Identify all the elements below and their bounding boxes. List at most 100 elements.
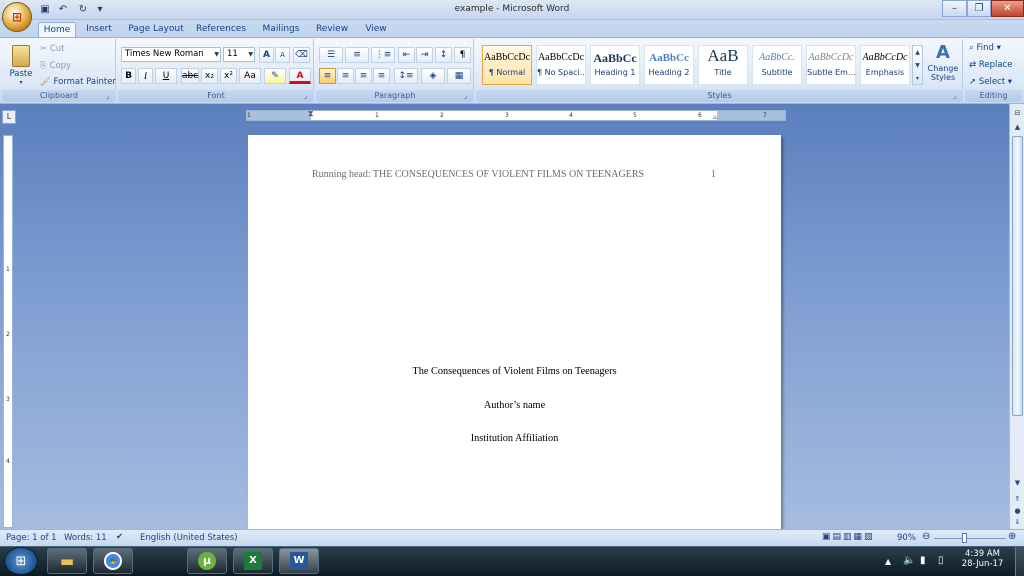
zoom-in-icon[interactable]: ⊕: [1008, 531, 1016, 542]
tab-review[interactable]: Review: [314, 22, 350, 38]
strikethrough-button[interactable]: abc: [181, 68, 199, 84]
style-heading-2[interactable]: AaBbCc Heading 2: [644, 45, 694, 85]
line-spacing-icon[interactable]: ↕≡: [394, 68, 418, 84]
style-emphasis[interactable]: AaBbCcDc Emphasis: [860, 45, 910, 85]
tab-home[interactable]: Home: [38, 22, 76, 38]
scroll-down-icon[interactable]: ▼: [1012, 478, 1023, 489]
align-center-icon[interactable]: ≡: [337, 68, 354, 84]
borders-icon[interactable]: ▦: [447, 68, 471, 84]
bullets-icon[interactable]: ☰: [319, 47, 343, 63]
proofing-icon[interactable]: ✔: [116, 532, 123, 542]
styles-launcher-icon[interactable]: ⌟: [953, 92, 961, 100]
show-desktop-button[interactable]: [1015, 547, 1024, 576]
find-button[interactable]: ⌕ Find ▾: [969, 43, 1001, 53]
cut-button[interactable]: ✂ Cut: [40, 44, 64, 54]
vertical-scrollbar[interactable]: ⊟ ▲ ▼ ⇑ ● ⇓: [1009, 104, 1024, 529]
scroll-up-icon[interactable]: ▲: [1012, 122, 1023, 133]
start-button[interactable]: ⊞: [4, 547, 38, 575]
shrink-font-button[interactable]: A: [275, 47, 290, 63]
tab-mailings[interactable]: Mailings: [260, 22, 302, 38]
style-normal[interactable]: AaBbCcDc ¶ Normal: [482, 45, 532, 85]
style-no-spacing[interactable]: AaBbCcDc ¶ No Spaci...: [536, 45, 586, 85]
word-count[interactable]: Words: 11: [64, 533, 107, 543]
replace-icon: ⇄: [969, 60, 979, 70]
copy-button[interactable]: ⎘ Copy: [40, 61, 71, 71]
volume-icon[interactable]: 🔈: [903, 555, 915, 566]
tab-view[interactable]: View: [362, 22, 390, 38]
select-button[interactable]: ➚ Select ▾: [969, 77, 1012, 87]
grow-font-button[interactable]: A: [259, 47, 274, 63]
highlight-icon[interactable]: ✎: [264, 68, 286, 84]
multilevel-list-icon[interactable]: ⋮≡: [371, 47, 395, 63]
close-button[interactable]: ✕: [991, 0, 1024, 17]
sort-icon[interactable]: ↕: [435, 47, 452, 63]
chrome-taskbar-button[interactable]: [93, 548, 133, 574]
tab-page-layout[interactable]: Page Layout: [128, 22, 184, 38]
font-size-select[interactable]: 11 ▼: [223, 47, 255, 62]
office-button[interactable]: ⊞: [2, 2, 32, 32]
vertical-ruler[interactable]: 1 2 3 4: [3, 135, 13, 528]
browse-object-icon[interactable]: ●: [1012, 506, 1023, 517]
style-subtitle[interactable]: AaBbCc. Subtitle: [752, 45, 802, 85]
zoom-slider[interactable]: [934, 538, 1006, 539]
format-painter-button[interactable]: 🖌 Format Painter: [40, 77, 116, 87]
justify-icon[interactable]: ≡: [373, 68, 390, 84]
shading-icon[interactable]: ◈: [421, 68, 445, 84]
previous-page-icon[interactable]: ⇑: [1012, 494, 1023, 505]
document-page[interactable]: Running head: THE CONSEQUENCES OF VIOLEN…: [248, 135, 781, 529]
replace-button[interactable]: ⇄ Replace: [969, 60, 1012, 70]
align-right-icon[interactable]: ≡: [355, 68, 372, 84]
clipboard-launcher-icon[interactable]: ⌟: [106, 92, 114, 100]
style-subtle-emphasis[interactable]: AaBbCcDc Subtle Em...: [806, 45, 856, 85]
paste-button[interactable]: Paste ▾: [8, 43, 34, 89]
utorrent-taskbar-button[interactable]: µ: [187, 548, 227, 574]
zoom-slider-thumb[interactable]: [962, 533, 967, 543]
restore-button[interactable]: ❐: [967, 0, 991, 17]
minimize-button[interactable]: –: [942, 0, 967, 17]
align-left-icon[interactable]: ≡: [319, 68, 336, 84]
page-count[interactable]: Page: 1 of 1: [6, 533, 57, 543]
style-title[interactable]: AaB Title: [698, 45, 748, 85]
right-indent-marker-icon[interactable]: ▵: [713, 112, 717, 121]
clear-formatting-icon[interactable]: ⌫: [293, 47, 310, 63]
tab-insert[interactable]: Insert: [83, 22, 115, 38]
zoom-out-icon[interactable]: ⊖: [922, 531, 930, 542]
excel-taskbar-button[interactable]: X: [233, 548, 273, 574]
tab-references[interactable]: References: [196, 22, 246, 38]
zoom-level[interactable]: 90%: [897, 533, 916, 543]
numbering-icon[interactable]: ≡: [345, 47, 369, 63]
view-buttons-icon[interactable]: ▣▤▥▦▧: [822, 532, 875, 542]
show-formatting-button[interactable]: ¶: [454, 47, 471, 63]
tab-selector-icon[interactable]: L: [2, 110, 16, 124]
network-icon[interactable]: ▮: [920, 555, 926, 566]
battery-icon[interactable]: ▯: [938, 555, 944, 566]
ruler-toggle-icon[interactable]: ⊟: [1012, 108, 1023, 119]
change-styles-button[interactable]: A Change Styles: [926, 42, 960, 90]
subscript-button[interactable]: x₂: [201, 68, 218, 84]
indent-marker-icon[interactable]: ⧗: [308, 109, 314, 119]
language[interactable]: English (United States): [140, 533, 238, 543]
italic-button[interactable]: I: [138, 68, 153, 84]
scroll-thumb[interactable]: [1012, 136, 1023, 416]
horizontal-ruler[interactable]: 1 1 2 3 4 5 6 7 ⧗ ▵: [246, 109, 786, 121]
paragraph-launcher-icon[interactable]: ⌟: [464, 92, 472, 100]
font-name-select[interactable]: Times New Roman ▼: [121, 47, 221, 62]
system-clock[interactable]: 4:39 AM 28-Jun-17: [955, 549, 1010, 569]
next-page-icon[interactable]: ⇓: [1012, 517, 1023, 528]
increase-indent-icon[interactable]: ⇥: [416, 47, 433, 63]
chevron-down-icon: ▼: [214, 51, 219, 58]
change-case-button[interactable]: Aa: [239, 68, 261, 84]
paragraph-label: Paragraph: [316, 90, 474, 102]
decrease-indent-icon[interactable]: ⇤: [398, 47, 415, 63]
style-heading-1[interactable]: AaBbCc Heading 1: [590, 45, 640, 85]
font-color-icon[interactable]: A: [289, 68, 311, 84]
styles-scroll[interactable]: ▲ ▼ ▾: [912, 45, 923, 85]
underline-button[interactable]: U: [155, 68, 177, 84]
font-launcher-icon[interactable]: ⌟: [304, 92, 312, 100]
change-styles-icon: A: [936, 42, 950, 63]
word-taskbar-button[interactable]: W: [279, 548, 319, 574]
show-hidden-icons-icon[interactable]: ▲: [885, 557, 891, 566]
superscript-button[interactable]: x²: [220, 68, 237, 84]
explorer-taskbar-button[interactable]: ▬: [47, 548, 87, 574]
bold-button[interactable]: B: [121, 68, 136, 84]
